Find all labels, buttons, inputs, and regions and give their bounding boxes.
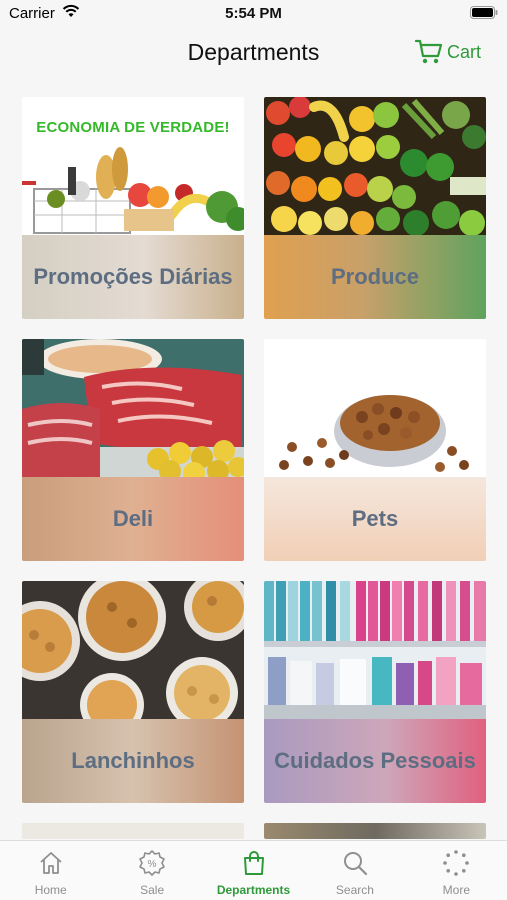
tab-label: More	[442, 883, 470, 897]
tab-search[interactable]: Search	[304, 841, 405, 900]
produce-image	[264, 97, 486, 235]
sale-icon: %	[139, 850, 165, 876]
department-tile-lanchinhos[interactable]: Lanchinhos	[22, 581, 244, 803]
personal-care-image	[264, 581, 486, 719]
department-tile-pets[interactable]: Pets	[264, 339, 486, 561]
department-tile-partial[interactable]	[22, 823, 244, 839]
shopping-bag-icon	[243, 851, 264, 875]
status-bar: Carrier 5:54 PM	[0, 0, 507, 30]
cart-label: Cart	[446, 41, 481, 62]
department-label: Promoções Diárias	[33, 264, 233, 289]
status-time: 5:54 PM	[225, 5, 282, 22]
tab-label: Sale	[140, 883, 165, 897]
tab-label: Departments	[216, 883, 291, 897]
snacks-image	[22, 581, 244, 719]
cart-button[interactable]: Cart	[414, 39, 481, 65]
home-icon	[40, 852, 62, 874]
search-icon	[343, 852, 368, 876]
more-icon	[443, 850, 470, 876]
department-label: Produce	[330, 264, 420, 289]
tab-departments[interactable]: Departments	[203, 841, 304, 900]
tab-home[interactable]: Home	[0, 841, 101, 900]
deli-image	[22, 339, 244, 477]
pets-image	[264, 339, 486, 477]
tab-bar: Home % Sale Departments Search More	[0, 840, 507, 900]
department-label: Lanchinhos	[71, 748, 195, 773]
department-tile-partial[interactable]	[264, 823, 486, 839]
department-label: Cuidados Pessoais	[274, 748, 476, 773]
tab-label: Search	[335, 883, 374, 897]
promotions-image: ECONOMIA DE VERDADE!	[22, 97, 244, 235]
svg-text:%: %	[148, 859, 157, 870]
department-label: Pets	[351, 506, 399, 531]
department-tile-cuidados-pessoais[interactable]: Cuidados Pessoais	[264, 581, 486, 803]
tab-more[interactable]: More	[406, 841, 507, 900]
tab-sale[interactable]: % Sale	[101, 841, 202, 900]
battery-icon	[470, 6, 498, 19]
cart-icon	[414, 39, 443, 64]
tab-label: Home	[34, 883, 67, 897]
navigation-bar: Departments Cart	[0, 30, 507, 78]
department-label: Deli	[112, 506, 154, 531]
department-tile-promocoes[interactable]: ECONOMIA DE VERDADE! Promoções Diárias	[22, 97, 244, 319]
department-tile-deli[interactable]: Deli	[22, 339, 244, 561]
department-tile-produce[interactable]: Produce	[264, 97, 486, 319]
